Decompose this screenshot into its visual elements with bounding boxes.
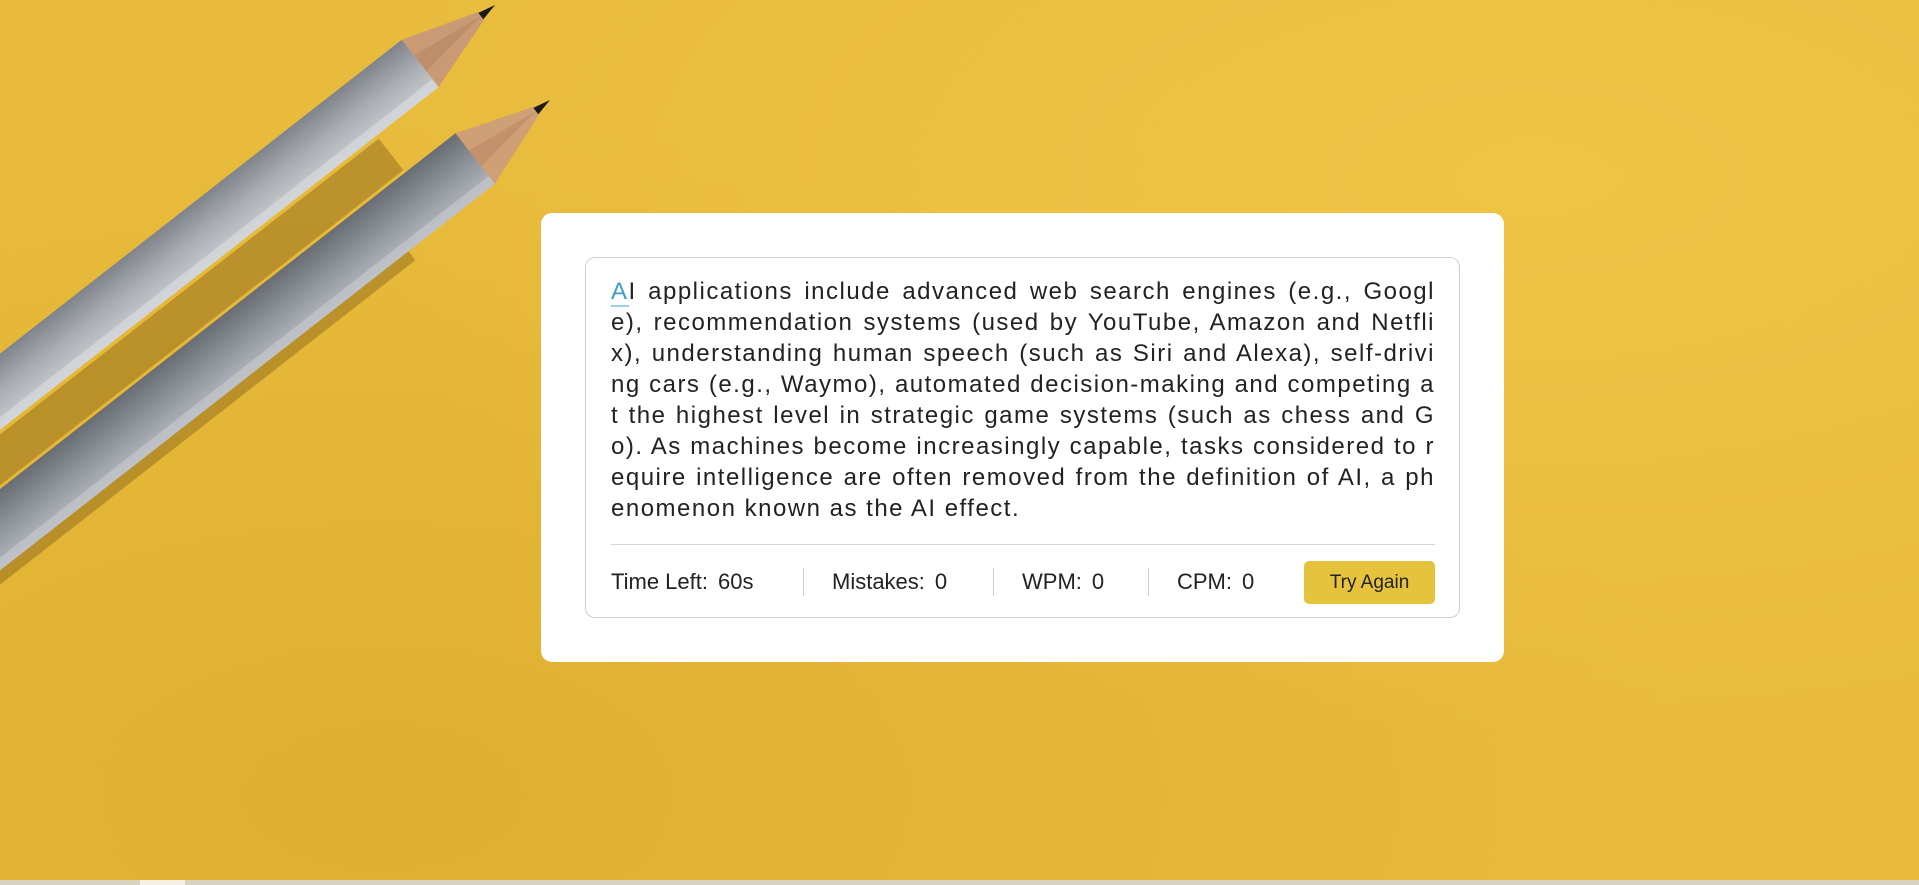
try-again-button[interactable]: Try Again bbox=[1304, 561, 1435, 604]
remaining-text: I applications include advanced web sear… bbox=[611, 278, 1435, 516]
time-left-label: Time Left: bbox=[611, 569, 708, 594]
active-character: A bbox=[611, 278, 629, 307]
divider bbox=[611, 544, 1435, 545]
cpm-label: CPM: bbox=[1177, 569, 1232, 594]
time-left-stat: Time Left: 60s bbox=[611, 568, 803, 596]
mistakes-value: 0 bbox=[934, 569, 948, 594]
wpm-stat: WPM: 0 bbox=[993, 568, 1148, 596]
mistakes-label: Mistakes: bbox=[832, 569, 925, 594]
typing-test-wrapper: AI applications include advanced web sea… bbox=[585, 257, 1460, 618]
time-left-value: 60s bbox=[718, 569, 754, 594]
horizontal-scrollbar[interactable] bbox=[0, 880, 1919, 885]
wpm-label: WPM: bbox=[1022, 569, 1082, 594]
cpm-stat: CPM: 0 bbox=[1148, 568, 1307, 596]
scrollbar-thumb[interactable] bbox=[140, 880, 185, 885]
wpm-value: 0 bbox=[1091, 569, 1105, 594]
pencils-illustration bbox=[0, 5, 550, 700]
mistakes-stat: Mistakes: 0 bbox=[803, 568, 993, 596]
typing-test-card: AI applications include advanced web sea… bbox=[541, 213, 1504, 662]
cpm-value: 0 bbox=[1242, 569, 1255, 594]
typing-text[interactable]: AI applications include advanced web sea… bbox=[611, 276, 1435, 516]
stats-bar: Time Left: 60s Mistakes: 0 WPM: 0 CPM: 0… bbox=[611, 559, 1435, 605]
